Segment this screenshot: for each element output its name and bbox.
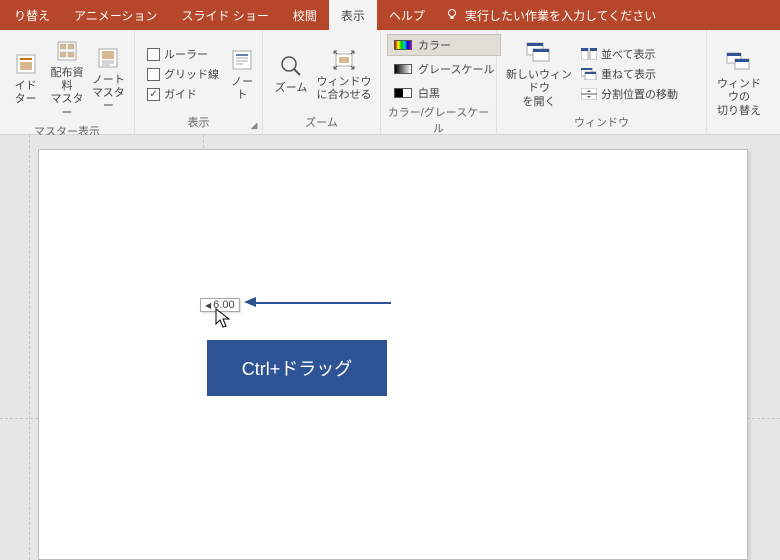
cascade-button[interactable]: 重ねて表示 bbox=[577, 65, 682, 83]
tab-slideshow[interactable]: スライド ショー bbox=[170, 0, 281, 30]
fit-window-label: ウィンドウ に合わせる bbox=[317, 76, 372, 102]
checkbox-checked-icon: ✓ bbox=[147, 88, 160, 101]
tab-review[interactable]: 校閲 bbox=[281, 0, 329, 30]
gridlines-label: グリッド線 bbox=[164, 66, 219, 82]
arrange-label: 並べて表示 bbox=[601, 46, 656, 62]
handout-master-icon bbox=[53, 37, 81, 65]
grayscale-label: グレースケール bbox=[418, 61, 494, 77]
blackwhite-label: 白黒 bbox=[418, 85, 440, 101]
group-window-label: ウィンドウ bbox=[503, 114, 700, 132]
shape-text: Ctrl+ドラッグ bbox=[242, 355, 353, 381]
gray-swatch-icon bbox=[394, 64, 412, 74]
lightbulb-icon bbox=[445, 8, 459, 22]
split-icon bbox=[581, 87, 597, 101]
arrange-all-button[interactable]: 並べて表示 bbox=[577, 45, 682, 63]
checkbox-icon bbox=[147, 48, 160, 61]
slide-canvas-area: ◀ 6.00 Ctrl+ドラッグ bbox=[0, 135, 780, 560]
group-color: カラー グレースケール 白黒 カラー/グレースケール bbox=[381, 30, 497, 134]
group-window: 新しいウィンドウ を開く 並べて表示 重ねて表示 分割位置の移動 ウィンドウ bbox=[497, 30, 707, 134]
shape-rectangle[interactable]: Ctrl+ドラッグ bbox=[207, 340, 387, 396]
arrange-icon bbox=[581, 47, 597, 61]
color-label: カラー bbox=[418, 37, 451, 53]
blackwhite-button[interactable]: 白黒 bbox=[387, 82, 501, 104]
new-window-button[interactable]: 新しいウィンドウ を開く bbox=[503, 36, 575, 112]
tab-animations[interactable]: アニメーション bbox=[62, 0, 170, 30]
zoom-icon bbox=[277, 52, 305, 80]
group-master-views: イド ター 配布資料 マスター ノート マスター マスター表示 bbox=[0, 30, 135, 134]
group-show: ルーラー グリッド線 ✓ ガイド ノー ト 表示 ◢ bbox=[135, 30, 263, 134]
grayscale-button[interactable]: グレースケール bbox=[387, 58, 501, 80]
color-swatch-icon bbox=[394, 40, 412, 50]
notes-pane-button[interactable]: ノー ト bbox=[227, 43, 257, 105]
slide-master-button[interactable]: イド ター bbox=[6, 47, 45, 109]
new-window-label: 新しいウィンドウ を開く bbox=[504, 69, 574, 109]
notes-master-label: ノート マスター bbox=[90, 74, 127, 114]
notes-icon bbox=[228, 46, 256, 74]
arrow-head-icon bbox=[244, 297, 256, 307]
group-zoom: ズーム ウィンドウ に合わせる ズーム bbox=[263, 30, 381, 134]
group-show-label: 表示 bbox=[141, 114, 256, 132]
fit-window-button[interactable]: ウィンドウ に合わせる bbox=[315, 43, 373, 105]
notes-master-button[interactable]: ノート マスター bbox=[89, 41, 128, 117]
guide-vertical-left[interactable] bbox=[29, 135, 30, 560]
handout-master-button[interactable]: 配布資料 マスター bbox=[47, 34, 86, 123]
arrow-line bbox=[256, 302, 391, 304]
guide-position-tooltip: ◀ 6.00 bbox=[200, 298, 240, 312]
zoom-button[interactable]: ズーム bbox=[269, 49, 313, 98]
switch-windows-icon bbox=[725, 48, 753, 76]
tell-me-label: 実行したい作業を入力してください bbox=[465, 7, 656, 24]
notes-master-icon bbox=[94, 44, 122, 72]
triangle-left-icon: ◀ bbox=[205, 301, 211, 310]
tab-help[interactable]: ヘルプ bbox=[377, 0, 437, 30]
show-dialog-launcher[interactable]: ◢ bbox=[248, 120, 260, 132]
move-split-button[interactable]: 分割位置の移動 bbox=[577, 85, 682, 103]
group-switch-windows: ウィンドウの 切り替え bbox=[707, 30, 771, 134]
handout-master-label: 配布資料 マスター bbox=[48, 67, 85, 120]
tab-view[interactable]: 表示 bbox=[329, 0, 377, 30]
bw-swatch-icon bbox=[394, 88, 412, 98]
tab-transitions[interactable]: り替え bbox=[2, 0, 62, 30]
checkbox-icon bbox=[147, 68, 160, 81]
slide-master-icon bbox=[12, 50, 40, 78]
ribbon-tab-bar: り替え アニメーション スライド ショー 校閲 表示 ヘルプ 実行したい作業を入… bbox=[0, 0, 780, 30]
ribbon: イド ター 配布資料 マスター ノート マスター マスター表示 bbox=[0, 30, 780, 135]
zoom-label: ズーム bbox=[275, 82, 308, 95]
group-zoom-label: ズーム bbox=[269, 114, 374, 132]
ruler-label: ルーラー bbox=[164, 46, 208, 62]
ruler-checkbox[interactable]: ルーラー bbox=[147, 46, 219, 62]
slide-master-label: イド ター bbox=[15, 80, 37, 106]
cascade-label: 重ねて表示 bbox=[601, 66, 656, 82]
group-color-label: カラー/グレースケール bbox=[387, 104, 490, 138]
tell-me-search[interactable]: 実行したい作業を入力してください bbox=[437, 7, 664, 24]
color-button[interactable]: カラー bbox=[387, 34, 501, 56]
guides-label: ガイド bbox=[164, 86, 197, 102]
switch-windows-label: ウィンドウの 切り替え bbox=[714, 78, 764, 118]
cascade-icon bbox=[581, 67, 597, 81]
notes-pane-label: ノー ト bbox=[231, 76, 253, 102]
guide-position-value: 6.00 bbox=[213, 299, 234, 311]
slide[interactable] bbox=[38, 149, 748, 560]
fit-window-icon bbox=[330, 46, 358, 74]
split-label: 分割位置の移動 bbox=[601, 86, 678, 102]
new-window-icon bbox=[525, 39, 553, 67]
switch-windows-button[interactable]: ウィンドウの 切り替え bbox=[713, 45, 765, 121]
guides-checkbox[interactable]: ✓ ガイド bbox=[147, 86, 219, 102]
gridlines-checkbox[interactable]: グリッド線 bbox=[147, 66, 219, 82]
